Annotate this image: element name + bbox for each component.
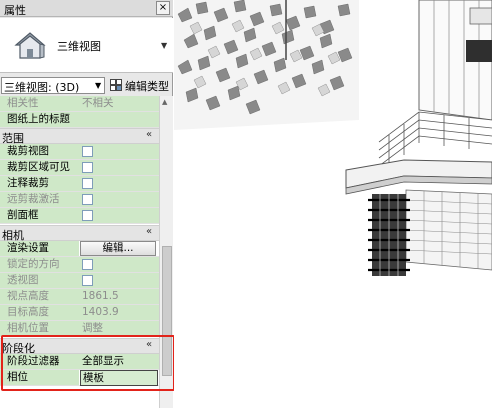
property-row-sheet-title[interactable]: 图纸上的标题 [0,112,159,128]
crop-region-visible-checkbox[interactable] [82,162,93,173]
annotation-crop-checkbox[interactable] [82,178,93,189]
property-row-far-clip-active[interactable]: 远剪裁激活 [0,192,159,208]
property-value [79,208,159,223]
group-header-camera[interactable]: 相机 « [0,225,159,242]
3d-viewport[interactable] [174,0,492,408]
property-value[interactable] [79,112,159,127]
edit-type-icon[interactable] [110,79,122,91]
view-selector-row: 三维视图: (3D) ▼ 编辑类型 [0,76,173,96]
property-label: 视点高度 [0,289,79,304]
property-value [79,160,159,175]
edit-type-button[interactable]: 编辑类型 [125,78,169,94]
property-row-target-elevation[interactable]: 目标高度 1403.9 [0,305,159,321]
upper-building [418,0,492,121]
property-label: 透视图 [0,273,79,288]
perspective-checkbox[interactable] [82,275,93,286]
locked-orientation-checkbox[interactable] [82,259,93,270]
property-label: 锁定的方向 [0,257,79,272]
scroll-up-icon[interactable]: ▲ [162,98,167,106]
property-value [79,273,159,288]
far-clip-active-checkbox[interactable] [82,194,93,205]
property-row-section-box[interactable]: 剖面框 [0,208,159,224]
property-row-eye-elevation[interactable]: 视点高度 1861.5 [0,289,159,305]
property-label: 裁剪区域可见 [0,160,79,175]
property-label: 渲染设置 [0,241,79,256]
property-row-render-settings[interactable]: 渲染设置 编辑... [0,241,159,257]
property-value: 1861.5 [79,289,159,304]
property-label: 图纸上的标题 [0,112,79,127]
property-label: 相机位置 [0,321,79,336]
palette-titlebar: 属性 × [0,0,173,17]
property-row-dependency[interactable]: 相关性 不相关 [0,96,159,112]
property-row-crop-region-visible[interactable]: 裁剪区域可见 [0,160,159,176]
render-settings-edit-button[interactable]: 编辑... [80,241,156,256]
properties-palette: 属性 × 三维视图 ▼ 三维视图: (3D) ▼ 编辑类型 相关性 不相关 图纸… [0,0,175,408]
property-row-annotation-crop[interactable]: 注释裁剪 [0,176,159,192]
property-label: 目标高度 [0,305,79,320]
crop-view-checkbox[interactable] [82,146,93,157]
property-value [79,176,159,191]
property-value [79,192,159,207]
collapse-icon[interactable]: « [146,226,152,237]
close-button[interactable]: × [156,1,170,15]
property-row-locked-orientation[interactable]: 锁定的方向 [0,257,159,273]
section-box-checkbox[interactable] [82,210,93,221]
type-dropdown-arrow-icon[interactable]: ▼ [161,41,167,50]
type-selector[interactable]: 三维视图 ▼ [0,18,173,73]
3d-model-view [174,0,492,408]
highlight-annotation-box [1,335,175,391]
property-value [79,257,159,272]
collapse-icon[interactable]: « [146,129,152,140]
property-row-perspective[interactable]: 透视图 [0,273,159,289]
property-value: 1403.9 [79,305,159,320]
view-selector-value: 三维视图: (3D) [4,81,80,94]
property-label: 远剪裁激活 [0,192,79,207]
palette-title: 属性 [4,4,26,17]
chevron-down-icon: ▼ [95,81,102,90]
group-header-extents[interactable]: 范围 « [0,128,159,145]
property-value: 不相关 [79,96,159,111]
property-row-crop-view[interactable]: 裁剪视图 [0,144,159,160]
property-label: 剖面框 [0,208,79,223]
brick-wall [405,189,492,271]
view-selector-dropdown[interactable]: 三维视图: (3D) ▼ [1,77,105,94]
column-formwork [368,194,410,276]
property-label: 裁剪视图 [0,144,79,159]
property-label: 相关性 [0,96,79,111]
property-label: 注释裁剪 [0,176,79,191]
property-value [79,144,159,159]
property-value: 调整 [79,321,159,336]
tree-foliage [174,0,359,130]
type-name: 三维视图 [57,40,101,53]
3d-view-house-icon [14,32,46,59]
